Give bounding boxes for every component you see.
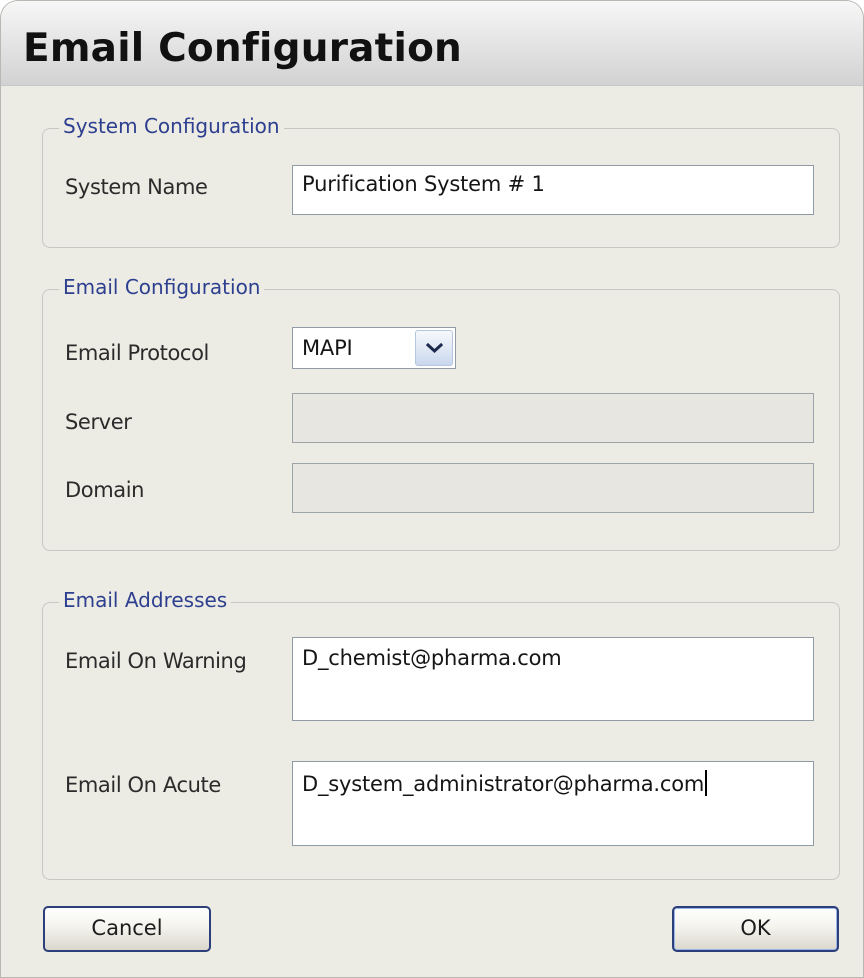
email-protocol-value: MAPI: [302, 336, 353, 360]
system-name-input[interactable]: Purification System # 1: [292, 165, 814, 215]
dialog-title-bar[interactable]: Email Configuration: [1, 1, 863, 86]
email-protocol-dropdown-button[interactable]: [415, 330, 453, 366]
email-on-acute-value: D_system_administrator@pharma.com: [302, 772, 705, 796]
server-input[interactable]: [292, 393, 814, 443]
ok-button[interactable]: OK: [672, 906, 839, 952]
domain-label: Domain: [65, 478, 145, 502]
email-addresses-legend: Email Addresses: [59, 586, 232, 614]
email-on-warning-input[interactable]: D_chemist@pharma.com: [292, 637, 814, 721]
system-name-label: System Name: [65, 175, 208, 199]
server-label: Server: [65, 410, 132, 434]
email-configuration-dialog: Email Configuration System Configuration…: [0, 0, 864, 978]
email-on-acute-input[interactable]: D_system_administrator@pharma.com: [292, 761, 814, 846]
text-cursor: [705, 770, 707, 796]
email-protocol-label: Email Protocol: [65, 341, 209, 365]
domain-input[interactable]: [292, 463, 814, 513]
cancel-button[interactable]: Cancel: [43, 906, 211, 952]
email-on-acute-label: Email On Acute: [65, 773, 221, 797]
email-on-warning-value: D_chemist@pharma.com: [302, 646, 562, 670]
email-protocol-select[interactable]: MAPI: [292, 327, 456, 369]
email-on-warning-label: Email On Warning: [65, 649, 247, 673]
chevron-down-icon: [426, 342, 443, 354]
dialog-title: Email Configuration: [23, 26, 463, 71]
system-configuration-legend: System Configuration: [59, 112, 284, 140]
email-configuration-legend: Email Configuration: [59, 273, 265, 301]
